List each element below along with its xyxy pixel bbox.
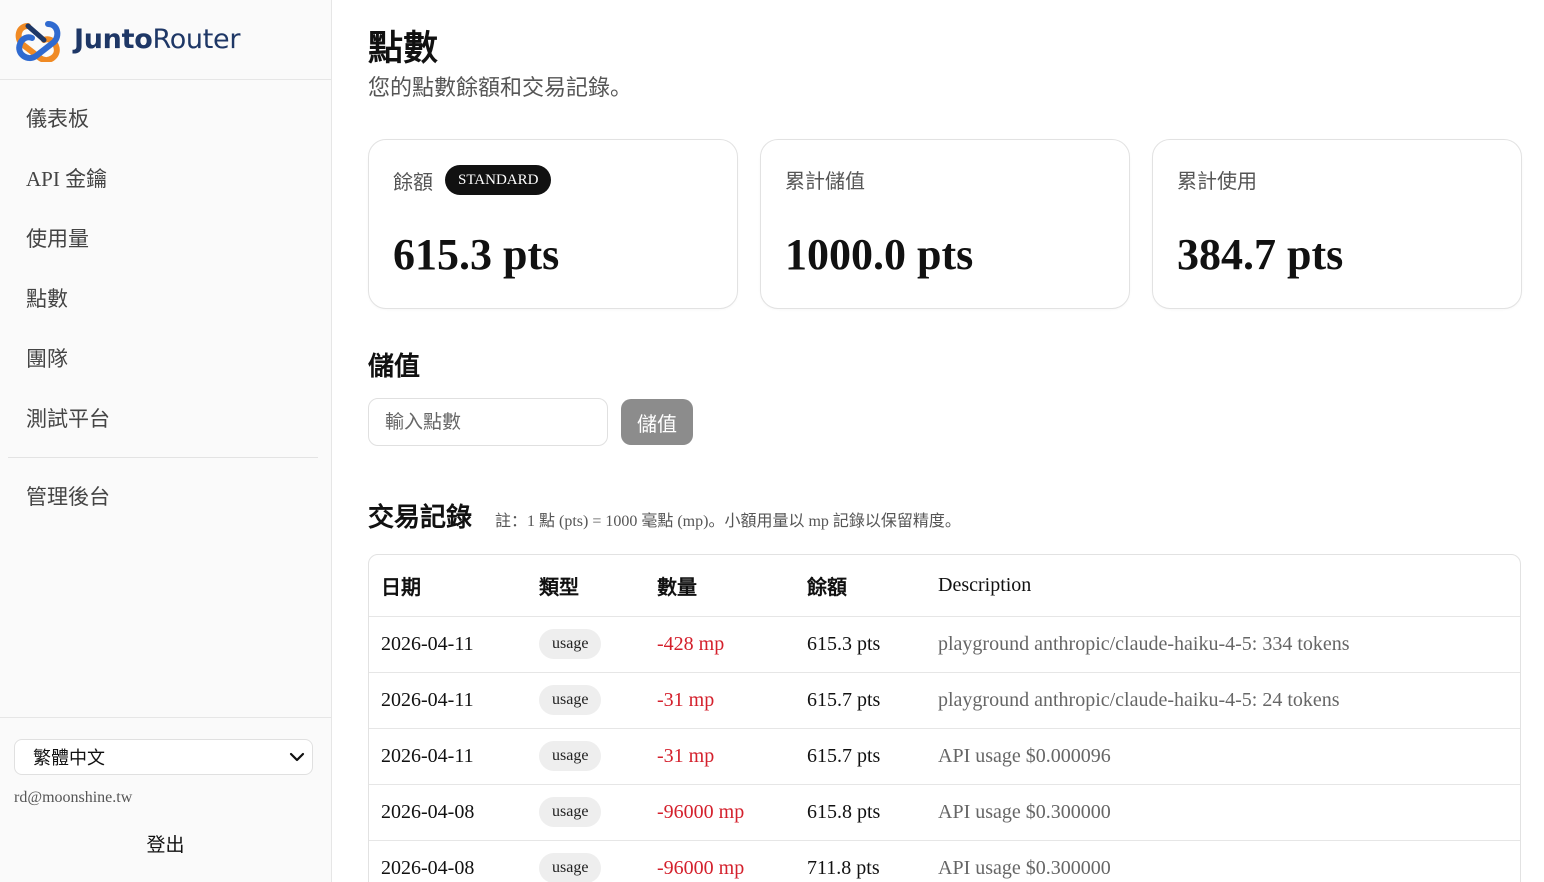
cell-amount: -96000 mp xyxy=(657,784,807,841)
plan-badge: STANDARD xyxy=(445,165,552,195)
sidebar-item-api-keys[interactable]: API 金鑰 xyxy=(0,148,331,208)
total-used-label: 累計使用 xyxy=(1177,169,1257,193)
page-title: 點數 xyxy=(368,29,439,69)
transactions-table: 日期 類型 數量 餘額 Description 2026-04-11 usage… xyxy=(368,554,1521,882)
sidebar-item-admin[interactable]: 管理後台 xyxy=(0,467,331,525)
table-row: 2026-04-08 usage -96000 mp 615.8 pts API… xyxy=(369,784,1520,841)
table-row: 2026-04-11 usage -31 mp 615.7 pts API us… xyxy=(369,728,1520,785)
type-badge: usage xyxy=(539,797,602,827)
balance-card: 餘額 STANDARD 615.3 pts xyxy=(368,139,738,309)
total-topup-value: 1000.0 pts xyxy=(785,230,974,279)
sidebar-item-dashboard[interactable]: 儀表板 xyxy=(0,88,331,148)
sidebar-item-label: API 金鑰 xyxy=(26,167,108,191)
junto-logo-icon xyxy=(15,20,61,62)
sidebar-item-credits[interactable]: 點數 xyxy=(0,268,331,328)
total-topup-label: 累計儲值 xyxy=(785,169,865,193)
brand-name-bold: Junto xyxy=(74,24,153,55)
balance-label-row: 餘額 STANDARD xyxy=(393,165,552,195)
table-header-row: 日期 類型 數量 餘額 Description xyxy=(369,555,1520,617)
cell-date: 2026-04-08 xyxy=(369,784,539,841)
sidebar-item-label: 管理後台 xyxy=(26,485,110,509)
user-email: rd@moonshine.tw xyxy=(14,789,133,806)
transactions-section-title: 交易記錄 xyxy=(368,503,473,533)
cell-balance: 615.7 pts xyxy=(807,672,938,729)
column-header-date: 日期 xyxy=(369,555,539,617)
type-badge: usage xyxy=(539,685,602,715)
sidebar-item-label: 團隊 xyxy=(26,347,68,371)
cell-amount: -428 mp xyxy=(657,616,807,673)
cell-amount: -31 mp xyxy=(657,672,807,729)
chevron-down-icon xyxy=(289,752,305,762)
column-header-description: Description xyxy=(938,555,1520,617)
total-used-value: 384.7 pts xyxy=(1177,230,1344,279)
column-header-type: 類型 xyxy=(539,555,657,617)
brand-name-regular: Router xyxy=(152,24,241,55)
nav-divider xyxy=(8,457,318,458)
stats-cards: 餘額 STANDARD 615.3 pts 累計儲值 1000.0 pts 累計… xyxy=(368,139,1522,309)
language-selected-value: 繁體中文 xyxy=(33,748,105,769)
type-badge: usage xyxy=(539,853,602,882)
sidebar-item-label: 點數 xyxy=(26,287,68,311)
cell-balance: 615.8 pts xyxy=(807,784,938,841)
sidebar-item-label: 儀表板 xyxy=(26,107,89,131)
sidebar-item-team[interactable]: 團隊 xyxy=(0,328,331,388)
cell-balance: 711.8 pts xyxy=(807,840,938,882)
topup-section-title: 儲值 xyxy=(368,352,421,382)
logout-button[interactable]: 登出 xyxy=(0,830,331,857)
sidebar-nav: 儀表板 API 金鑰 使用量 點數 團隊 測試平台 管理後台 xyxy=(0,80,331,525)
total-topup-card: 累計儲值 1000.0 pts xyxy=(760,139,1130,309)
cell-amount: -96000 mp xyxy=(657,840,807,882)
cell-description: API usage $0.300000 xyxy=(938,784,1520,841)
balance-label: 餘額 xyxy=(393,169,433,194)
logo[interactable]: JuntoRouter xyxy=(0,0,331,80)
type-badge: usage xyxy=(539,741,602,771)
balance-value: 615.3 pts xyxy=(393,230,560,279)
table-row: 2026-04-08 usage -96000 mp 711.8 pts API… xyxy=(369,840,1520,882)
cell-date: 2026-04-11 xyxy=(369,728,539,785)
sidebar: JuntoRouter 儀表板 API 金鑰 使用量 點數 團隊 測試平台 管理… xyxy=(0,0,332,882)
cell-description: playground anthropic/claude-haiku-4-5: 2… xyxy=(938,672,1520,729)
cell-description: API usage $0.300000 xyxy=(938,840,1520,882)
sidebar-item-label: 測試平台 xyxy=(26,407,110,431)
cell-balance: 615.7 pts xyxy=(807,728,938,785)
column-header-balance: 餘額 xyxy=(807,555,938,617)
topup-amount-input[interactable] xyxy=(368,398,608,446)
sidebar-item-label: 使用量 xyxy=(26,227,89,251)
cell-date: 2026-04-11 xyxy=(369,672,539,729)
column-header-amount: 數量 xyxy=(657,555,807,617)
cell-description: playground anthropic/claude-haiku-4-5: 3… xyxy=(938,616,1520,673)
sidebar-item-usage[interactable]: 使用量 xyxy=(0,208,331,268)
type-badge: usage xyxy=(539,629,602,659)
table-row: 2026-04-11 usage -31 mp 615.7 pts playgr… xyxy=(369,672,1520,729)
table-row: 2026-04-11 usage -428 mp 615.3 pts playg… xyxy=(369,616,1520,673)
cell-date: 2026-04-08 xyxy=(369,840,539,882)
page-subtitle: 您的點數餘額和交易記錄。 xyxy=(368,76,633,101)
cell-date: 2026-04-11 xyxy=(369,616,539,673)
sidebar-footer: 繁體中文 rd@moonshine.tw 登出 xyxy=(0,717,331,882)
topup-button[interactable]: 儲值 xyxy=(621,399,693,445)
cell-description: API usage $0.000096 xyxy=(938,728,1520,785)
cell-amount: -31 mp xyxy=(657,728,807,785)
cell-balance: 615.3 pts xyxy=(807,616,938,673)
brand-name: JuntoRouter xyxy=(74,24,240,55)
sidebar-item-playground[interactable]: 測試平台 xyxy=(0,388,331,448)
transactions-note: 註：1 點 (pts) = 1000 毫點 (mp)。小額用量以 mp 記錄以保… xyxy=(495,513,961,530)
total-used-card: 累計使用 384.7 pts xyxy=(1152,139,1522,309)
language-select[interactable]: 繁體中文 xyxy=(14,739,313,775)
